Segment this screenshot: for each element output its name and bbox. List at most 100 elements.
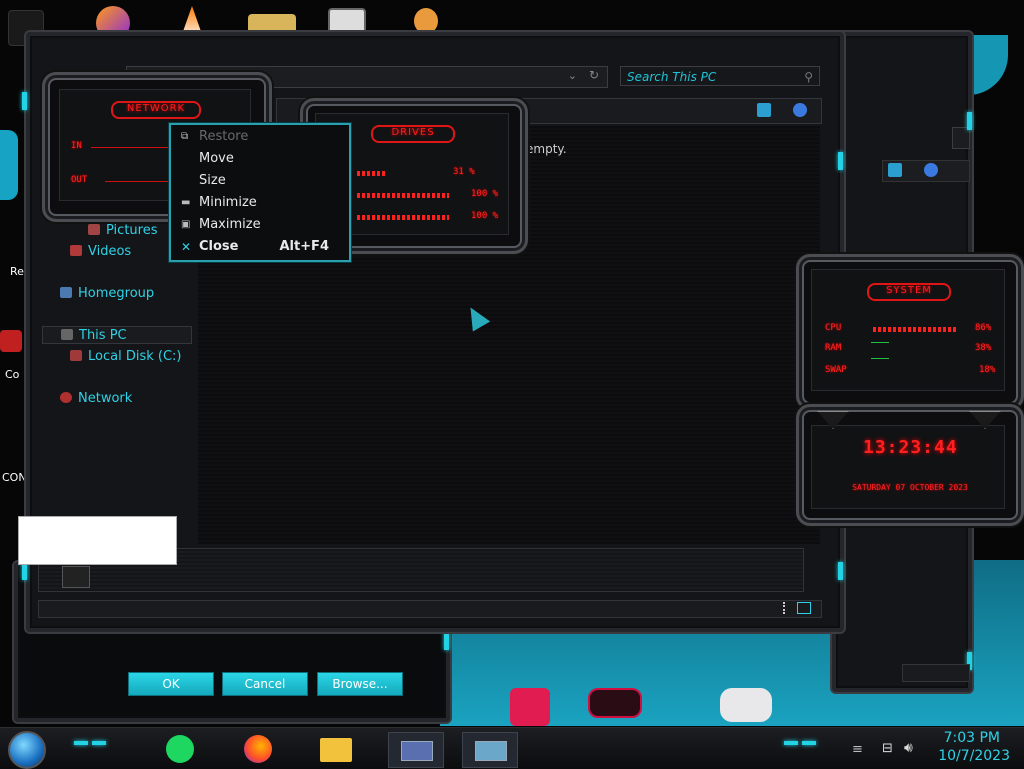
blank-popup xyxy=(18,516,177,565)
ram-graph xyxy=(871,358,889,359)
nav-label: Pictures xyxy=(106,223,158,238)
cpu-label: CPU xyxy=(825,323,842,333)
window-icon xyxy=(401,741,433,761)
frame-accent xyxy=(838,152,843,170)
chevron-down-icon[interactable]: ⌄ xyxy=(568,69,577,82)
ram-graph xyxy=(871,342,889,343)
volume-icon[interactable]: 🔊︎ xyxy=(904,740,913,756)
spotify-icon xyxy=(166,735,194,763)
swap-label: SWAP xyxy=(825,365,847,375)
ram-label: RAM xyxy=(825,343,842,353)
homegroup-icon xyxy=(60,287,72,298)
menu-item-shortcut: Alt+F4 xyxy=(279,239,329,254)
nav-label: Videos xyxy=(88,244,132,259)
menu-item-size[interactable]: Size xyxy=(171,171,345,191)
taskbar: ≡ ⊟ 🔊︎ 7:03 PM 10/7/2023 xyxy=(0,727,1024,769)
menu-item-restore[interactable]: ⧉ Restore xyxy=(171,127,345,147)
drive-usage-value: 100 % xyxy=(471,189,499,199)
large-icons-view-icon[interactable] xyxy=(797,602,811,614)
drives-title: DRIVES xyxy=(391,127,435,138)
videos-icon xyxy=(70,245,82,256)
frame-accent xyxy=(92,741,106,745)
taskbar-app[interactable] xyxy=(158,732,202,766)
network-out-label: OUT xyxy=(71,175,88,185)
drive-usage-value: 100 % xyxy=(471,211,499,221)
frame-accent xyxy=(74,741,88,745)
show-hidden-icons-icon[interactable]: ≡ xyxy=(852,742,863,757)
desktop-icon[interactable] xyxy=(0,330,22,352)
maximize-icon: ▣ xyxy=(181,219,191,230)
help-icon[interactable] xyxy=(793,103,807,117)
clock-gadget[interactable]: 13:23:44 SATURDAY 07 OCTOBER 2023 xyxy=(796,404,1024,526)
network-icon xyxy=(60,392,72,403)
search-icon: ⚲ xyxy=(804,70,813,84)
nav-label: This PC xyxy=(79,328,127,343)
taskbar-app[interactable] xyxy=(236,732,280,766)
menu-item-label: Maximize xyxy=(199,217,261,232)
desktop-label: CON xyxy=(2,471,27,484)
browse-button[interactable]: Browse... xyxy=(317,672,403,696)
frame-accent xyxy=(22,92,27,110)
empty-folder-text: empty. xyxy=(526,142,567,156)
nav-label: Network xyxy=(78,391,133,406)
ok-button[interactable]: OK xyxy=(128,672,214,696)
nav-label: Local Disk (C:) xyxy=(88,349,182,364)
menu-item-label: Size xyxy=(199,173,226,188)
system-gadget[interactable]: SYSTEM CPU 86% RAM 38% SWAP 18% xyxy=(796,254,1024,410)
taskbar-app[interactable] xyxy=(314,732,358,766)
pictures-icon xyxy=(88,224,100,235)
layout-icon[interactable] xyxy=(757,103,771,117)
clock-time: 13:23:44 xyxy=(863,437,958,458)
clock-date: SATURDAY 07 OCTOBER 2023 xyxy=(852,483,968,492)
nav-item-homegroup[interactable]: Homegroup xyxy=(60,285,154,303)
nav-item-videos[interactable]: Videos xyxy=(70,243,131,261)
drive-usage-bar xyxy=(357,215,449,220)
status-bar xyxy=(38,600,822,618)
frame-accent xyxy=(802,741,816,745)
nav-item-this-pc[interactable]: This PC xyxy=(42,326,192,344)
taskbar-app-active[interactable] xyxy=(462,732,518,768)
drive-icon xyxy=(70,350,82,361)
window-icon xyxy=(475,741,507,761)
wallpaper-shoe xyxy=(720,688,772,722)
cancel-button[interactable]: Cancel xyxy=(222,672,308,696)
network-tray-icon[interactable]: ⊟ xyxy=(882,741,893,756)
nav-item-pictures[interactable]: Pictures xyxy=(88,222,157,240)
nav-item-local-disk[interactable]: Local Disk (C:) xyxy=(70,348,181,366)
menu-item-label: Close xyxy=(199,239,239,254)
menu-item-move[interactable]: Move xyxy=(171,149,345,169)
tray-date[interactable]: 10/7/2023 xyxy=(930,748,1010,764)
desktop-label: Re xyxy=(10,265,24,278)
menu-item-minimize[interactable]: ▬ Minimize xyxy=(171,193,345,213)
details-view-icon[interactable] xyxy=(783,602,789,614)
file-explorer-icon xyxy=(320,738,352,762)
cpu-value: 86% xyxy=(975,323,992,333)
menu-item-label: Move xyxy=(199,151,234,166)
refresh-icon[interactable]: ↻ xyxy=(589,68,599,82)
system-title: SYSTEM xyxy=(886,285,932,296)
network-in-label: IN xyxy=(71,141,82,151)
address-bar[interactable] xyxy=(952,127,970,149)
status-bar xyxy=(902,664,970,682)
frame-accent xyxy=(444,632,449,650)
firefox-icon xyxy=(244,735,272,763)
help-icon[interactable] xyxy=(924,163,938,177)
frame-accent xyxy=(838,562,843,580)
ram-value: 38% xyxy=(975,343,992,353)
search-input[interactable]: Search This PC ⚲ xyxy=(620,66,820,86)
tray-time[interactable]: 7:03 PM xyxy=(930,730,1000,746)
layout-icon[interactable] xyxy=(888,163,902,177)
computer-icon xyxy=(61,329,73,340)
frame-accent xyxy=(967,112,972,130)
menu-item-maximize[interactable]: ▣ Maximize xyxy=(171,215,345,235)
wallpaper-shoe xyxy=(510,688,550,726)
start-button[interactable] xyxy=(8,731,46,769)
menu-item-label: Minimize xyxy=(199,195,257,210)
search-placeholder: Search This PC xyxy=(627,70,717,84)
menu-item-close[interactable]: ✕ Close Alt+F4 xyxy=(171,237,345,257)
taskbar-app-active[interactable] xyxy=(388,732,444,768)
minimize-icon: ▬ xyxy=(181,197,191,208)
window-context-menu[interactable]: ⧉ Restore Move Size ▬ Minimize ▣ Maximize ✕… xyxy=(169,123,351,262)
restore-icon: ⧉ xyxy=(181,131,189,142)
nav-item-network[interactable]: Network xyxy=(60,390,132,408)
